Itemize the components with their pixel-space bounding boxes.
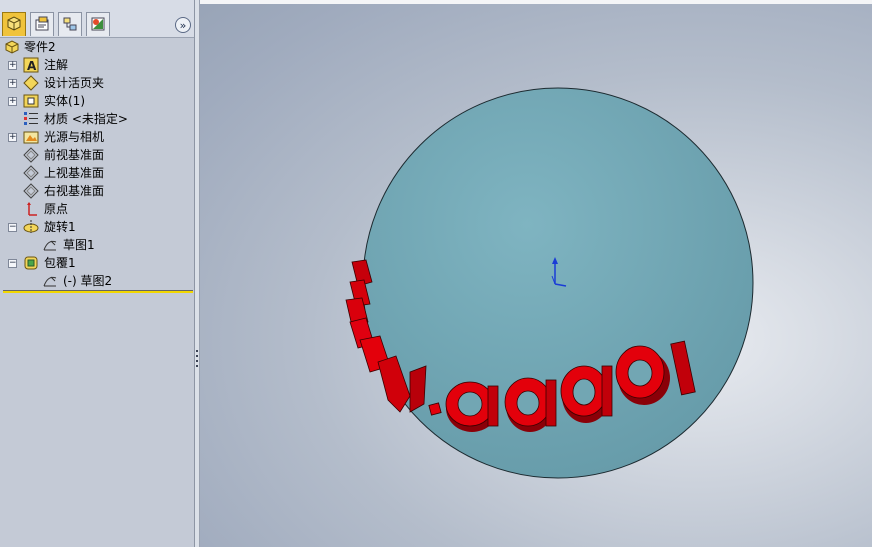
tree-root[interactable]: 零件2 [0, 38, 194, 56]
solid-bodies-icon [23, 94, 39, 108]
expand-icon[interactable]: + [8, 79, 17, 88]
tree-item-sketch1[interactable]: 草图1 [0, 236, 194, 254]
collapse-panel-button[interactable]: » [175, 17, 191, 33]
tab-featuremanager[interactable] [2, 12, 26, 36]
tree-item-material[interactable]: 材质 <未指定> [0, 110, 194, 128]
tree-item-origin[interactable]: 原点 [0, 200, 194, 218]
sketch-icon [43, 276, 57, 287]
wrap-feature-icon [24, 256, 38, 270]
plane-icon [23, 183, 39, 199]
tree-item-label: 材质 <未指定> [44, 112, 128, 126]
collapse-icon[interactable]: − [8, 259, 17, 268]
tree-item-label: 旋转1 [44, 220, 76, 234]
tree-item-label: 包覆1 [44, 256, 76, 270]
plane-icon [23, 165, 39, 181]
collapse-icon[interactable]: − [8, 223, 17, 232]
splitter-grip-dot [196, 365, 198, 367]
tree-item-label: 原点 [44, 202, 69, 216]
emboss-letter-a [445, 381, 499, 432]
tree-item-label: 草图1 [63, 238, 95, 252]
emboss-letter-a [560, 365, 613, 423]
lights-cameras-icon [23, 131, 39, 144]
tree-item-revolve1[interactable]: − 旋转1 [0, 218, 194, 236]
tree-item-label: 实体(1) [44, 94, 85, 108]
splitter-grip-dot [196, 355, 198, 357]
graphics-viewport[interactable] [200, 0, 872, 547]
part-icon [5, 40, 19, 54]
tree-item-design-binder[interactable]: + 设计活页夹 [0, 74, 194, 92]
model-scene [345, 87, 754, 479]
propertymanager-icon [35, 16, 49, 31]
feature-manager-panel: » 零件2 + A 注解 + 设计活页夹 + 实体(1) 材质 <未指定> + … [0, 0, 195, 547]
tree-item-label: 右视基准面 [44, 184, 105, 198]
plane-icon [23, 147, 39, 163]
tab-configurationmanager[interactable] [58, 12, 82, 36]
tree-item-lights-cameras[interactable]: + 光源与相机 [0, 128, 194, 146]
rollback-bar[interactable] [3, 290, 193, 293]
revolve-feature-icon [23, 220, 39, 233]
tree-item-label: 设计活页夹 [44, 76, 105, 90]
sphere-body[interactable] [362, 87, 754, 479]
part-name: 零件2 [24, 40, 56, 54]
sketch-icon [43, 240, 57, 251]
tree-item-label: 上视基准面 [44, 166, 105, 180]
configurationmanager-icon [63, 17, 77, 31]
splitter-grip-dot [196, 350, 198, 352]
splitter-grip-dot [196, 360, 198, 362]
annotations-icon: A [23, 57, 39, 73]
design-binder-icon [23, 75, 39, 91]
tree-item-right-plane[interactable]: 右视基准面 [0, 182, 194, 200]
expand-icon[interactable]: + [8, 97, 17, 106]
displaymanager-icon [91, 17, 105, 31]
tree-item-solid-bodies[interactable]: + 实体(1) [0, 92, 194, 110]
featuremanager-tree-icon [7, 16, 21, 31]
tree-item-label: 前视基准面 [44, 148, 105, 162]
expand-icon[interactable]: + [8, 61, 17, 70]
tree-item-label: (-) 草图2 [63, 274, 113, 288]
origin-icon [27, 202, 37, 216]
material-icon [24, 112, 38, 125]
tree-item-sketch2[interactable]: (-) 草图2 [0, 272, 194, 290]
tree-item-annotations[interactable]: + A 注解 [0, 56, 194, 74]
tab-propertymanager[interactable] [30, 12, 54, 36]
tab-displaymanager[interactable] [86, 12, 110, 36]
tree-item-top-plane[interactable]: 上视基准面 [0, 164, 194, 182]
svg-text:A: A [27, 59, 37, 73]
tree-item-label: 注解 [44, 58, 69, 72]
tree-item-wrap1[interactable]: − 包覆1 [0, 254, 194, 272]
manager-tab-bar: » [0, 0, 194, 38]
tree-item-label: 光源与相机 [44, 130, 105, 144]
emboss-letter-a [504, 377, 557, 432]
expand-icon[interactable]: + [8, 133, 17, 142]
tree-item-front-plane[interactable]: 前视基准面 [0, 146, 194, 164]
